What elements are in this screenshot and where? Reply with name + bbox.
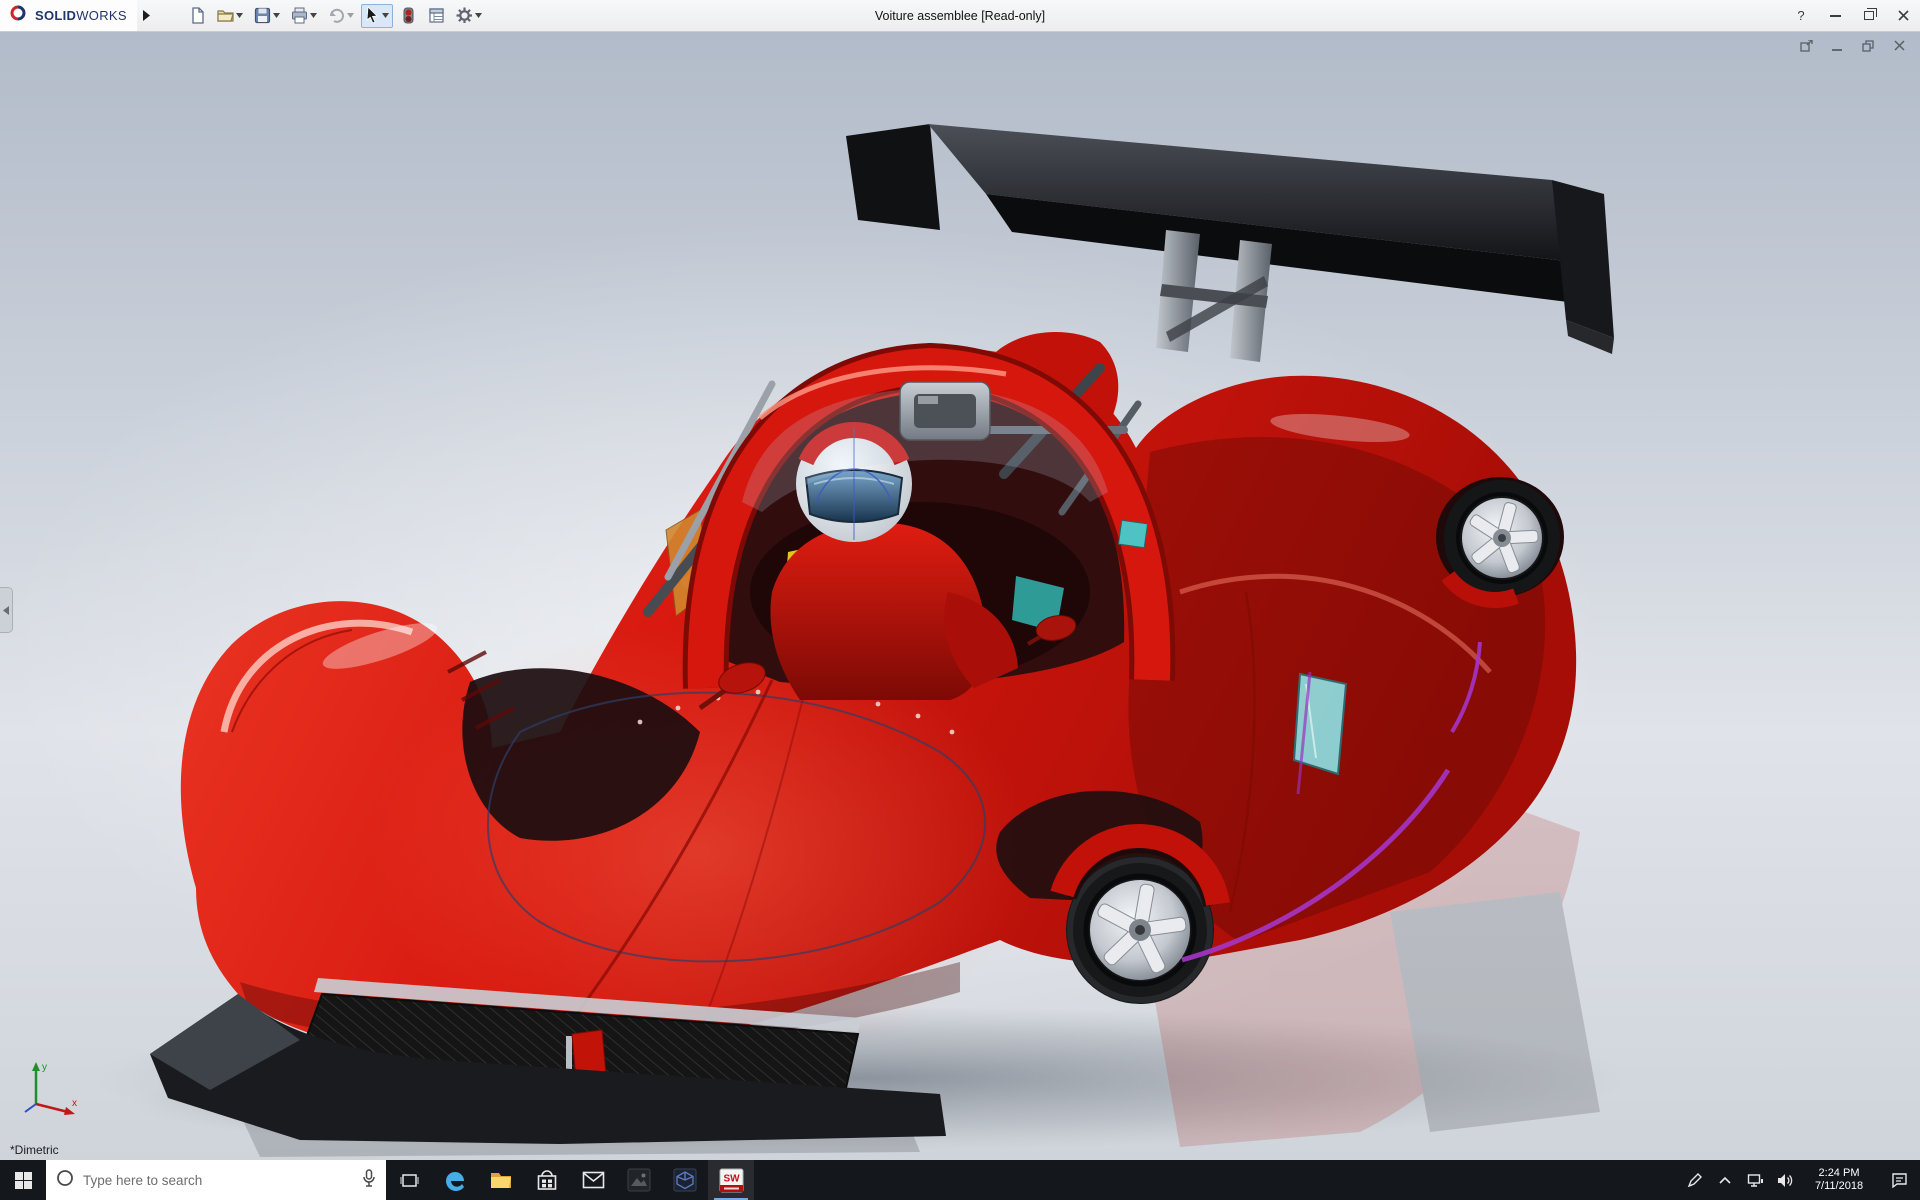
select-button[interactable] xyxy=(360,3,393,28)
options-dropdown-caret[interactable] xyxy=(474,13,482,18)
restore-window-icon[interactable] xyxy=(1859,38,1877,53)
media-app-icon xyxy=(673,1168,697,1192)
collapse-panel-arrow-icon xyxy=(3,605,9,615)
solidworks-logo: SOLIDWORKS xyxy=(0,0,137,31)
taskbar-search xyxy=(46,1160,386,1200)
print-icon xyxy=(291,7,307,24)
document-window-controls xyxy=(1797,38,1908,53)
action-center-button[interactable] xyxy=(1878,1160,1920,1200)
minimize-icon xyxy=(1829,14,1841,17)
file-properties-button[interactable] xyxy=(424,4,449,28)
save-icon xyxy=(254,7,270,24)
hidden-icons-caret-icon xyxy=(1719,1176,1731,1184)
svg-text:SW: SW xyxy=(723,1173,740,1184)
solidworks-app-icon: SW xyxy=(719,1168,743,1192)
race-car-model[interactable] xyxy=(0,32,1920,1160)
rebuild-button[interactable] xyxy=(396,4,421,28)
edge-icon xyxy=(446,1171,464,1191)
network-icon xyxy=(1747,1173,1763,1187)
taskbar-app-media[interactable] xyxy=(662,1160,708,1200)
network-button[interactable] xyxy=(1740,1160,1770,1200)
rebuild-icon xyxy=(403,7,414,24)
undo-dropdown-caret[interactable] xyxy=(346,13,354,18)
triad-x-label: x xyxy=(72,1098,77,1109)
undo-icon xyxy=(329,8,344,23)
front-wheel[interactable] xyxy=(1050,824,1230,1004)
restore-icon xyxy=(1864,8,1877,20)
file-explorer-icon xyxy=(491,1173,511,1188)
microphone-icon[interactable] xyxy=(362,1168,376,1192)
action-center-icon xyxy=(1891,1173,1907,1188)
store-icon xyxy=(537,1169,557,1190)
print-button[interactable] xyxy=(287,4,321,28)
select-cursor-icon xyxy=(366,7,378,24)
taskbar: SW xyxy=(0,1160,1920,1200)
select-dropdown-caret[interactable] xyxy=(381,13,389,18)
expand-menubar-arrow-icon[interactable] xyxy=(137,0,157,31)
window-title: Voiture assemblee [Read-only] xyxy=(874,8,1046,23)
new-document-icon xyxy=(192,7,204,24)
rear-wing[interactable] xyxy=(846,124,1614,362)
window-controls: ? xyxy=(1784,0,1920,31)
start-button[interactable] xyxy=(0,1160,46,1200)
titlebar: SOLIDWORKS Voiture assemblee [Read-only]… xyxy=(0,0,1920,32)
search-circle-icon xyxy=(56,1169,74,1192)
print-dropdown-caret[interactable] xyxy=(309,13,317,18)
hidden-icons-button[interactable] xyxy=(1710,1160,1740,1200)
minimize-button[interactable] xyxy=(1818,0,1852,31)
help-button[interactable]: ? xyxy=(1784,0,1818,31)
graphics-area[interactable]: y x *Dimetric xyxy=(0,32,1920,1160)
task-view-icon xyxy=(399,1173,419,1187)
clock-time: 2:24 PM xyxy=(1818,1167,1860,1179)
volume-icon xyxy=(1777,1173,1792,1187)
taskbar-app-photos[interactable] xyxy=(616,1160,662,1200)
close-icon xyxy=(1897,10,1909,21)
taskbar-clock[interactable]: 2:24 PM 7/11/2018 xyxy=(1800,1160,1878,1200)
open-dropdown-caret[interactable] xyxy=(235,13,243,18)
options-button[interactable] xyxy=(452,4,486,28)
close-button[interactable] xyxy=(1886,0,1920,31)
taskbar-app-edge[interactable] xyxy=(432,1160,478,1200)
view-orientation-label: *Dimetric xyxy=(10,1143,59,1157)
standard-toolbar xyxy=(185,3,486,28)
taskbar-app-mail[interactable] xyxy=(570,1160,616,1200)
ink-workspace-icon xyxy=(1687,1173,1702,1188)
ink-workspace-button[interactable] xyxy=(1680,1160,1710,1200)
system-tray: 2:24 PM 7/11/2018 xyxy=(1680,1160,1920,1200)
restore-button[interactable] xyxy=(1852,0,1886,31)
options-gear-icon xyxy=(456,7,472,23)
windows-start-icon xyxy=(14,1171,32,1189)
taskbar-app-store[interactable] xyxy=(524,1160,570,1200)
save-dropdown-caret[interactable] xyxy=(272,13,280,18)
triad-y-label: y xyxy=(42,1062,47,1073)
task-view-button[interactable] xyxy=(386,1160,432,1200)
undo-button[interactable] xyxy=(324,4,358,28)
save-button[interactable] xyxy=(250,4,284,28)
open-folder-icon xyxy=(217,10,234,22)
mail-icon xyxy=(582,1171,604,1189)
taskbar-app-file-explorer[interactable] xyxy=(478,1160,524,1200)
solidworks-window: SOLIDWORKS Voiture assemblee [Read-only]… xyxy=(0,0,1920,1200)
search-input[interactable] xyxy=(83,1172,353,1188)
open-button[interactable] xyxy=(213,4,247,28)
close-window-icon[interactable] xyxy=(1890,38,1908,53)
new-document-button[interactable] xyxy=(185,4,210,28)
brand-name: SOLIDWORKS xyxy=(35,8,127,23)
file-properties-icon xyxy=(429,8,444,23)
minimize-window-icon[interactable] xyxy=(1828,38,1846,53)
clock-date: 7/11/2018 xyxy=(1814,1180,1864,1192)
dassault-systemes-logo-icon xyxy=(8,4,30,27)
orientation-triad[interactable]: y x xyxy=(20,1056,84,1120)
taskbar-app-solidworks[interactable]: SW xyxy=(708,1160,754,1200)
volume-button[interactable] xyxy=(1770,1160,1800,1200)
photos-app-icon xyxy=(627,1168,651,1192)
undock-window-icon[interactable] xyxy=(1797,38,1815,53)
collapse-panel-tab[interactable] xyxy=(0,587,13,633)
